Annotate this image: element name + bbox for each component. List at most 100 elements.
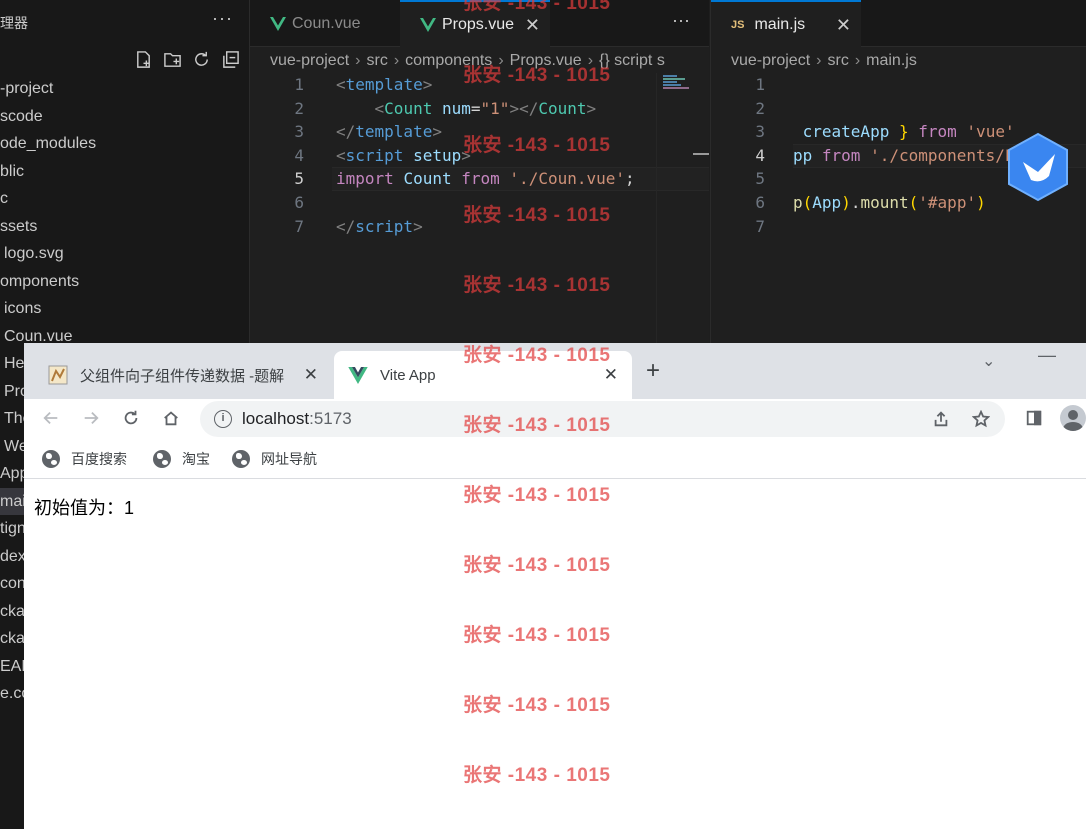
tab-search-chevron-icon[interactable]: ⌄ [982, 351, 995, 371]
collapse-all-icon[interactable] [221, 50, 240, 69]
code-line: </script> [336, 217, 423, 236]
line-number: 2 [755, 98, 765, 118]
reload-button[interactable] [118, 405, 144, 431]
code-token: './components/ [870, 145, 1005, 165]
side-panel-button[interactable] [1021, 405, 1047, 431]
arrow-right-icon [84, 411, 99, 425]
explorer-item[interactable]: c [0, 185, 250, 213]
breadcrumb-item[interactable]: vue-project [270, 52, 349, 70]
explorer-item[interactable]: -project [0, 75, 250, 103]
tab-label: main.js [754, 15, 806, 33]
bookmark-baidu[interactable]: 百度搜索 [42, 449, 127, 469]
globe-icon [153, 450, 171, 468]
close-tab-icon[interactable]: ✕ [836, 15, 851, 36]
explorer-more-icon[interactable]: ··· [212, 8, 233, 29]
new-folder-icon[interactable] [163, 50, 182, 69]
bookmark-star-button[interactable] [968, 406, 994, 432]
code-token: ( [908, 193, 919, 212]
bookmarks-bar: 百度搜索 淘宝 网址导航 [24, 441, 1086, 479]
browser-tab-tijie[interactable]: 父组件向子组件传递数据 -题解 ✕ [32, 351, 332, 399]
breadcrumb-item[interactable]: main.js [866, 52, 917, 70]
code-line: <script setup> [336, 146, 471, 165]
code-token: script [355, 216, 414, 236]
reload-icon [124, 410, 138, 425]
bookmark-nav[interactable]: 网址导航 [232, 449, 317, 469]
code-token: < [374, 98, 385, 118]
code-line: import Count from './Coun.vue'; [336, 169, 635, 188]
minimap[interactable] [656, 73, 700, 343]
explorer-item[interactable]: omponents [0, 268, 250, 296]
editor-tabs: JS main.js ✕ [711, 0, 1086, 47]
close-tab-icon[interactable]: ✕ [604, 365, 618, 385]
code-token: ) [976, 193, 986, 212]
code-token: </ [336, 216, 356, 236]
code-token: ></ [509, 98, 539, 118]
explorer-item-label: cka [0, 630, 25, 647]
floating-bird-logo-icon[interactable] [1005, 132, 1071, 202]
watermark-text: 张安 -143 - 1015 [463, 695, 611, 716]
explorer-item-label: ssets [0, 217, 38, 235]
code-token: template [355, 122, 433, 142]
back-button[interactable] [38, 405, 64, 431]
vue-favicon-icon [348, 366, 368, 384]
forward-button[interactable] [78, 405, 104, 431]
line-number: 4 [294, 145, 304, 165]
explorer-item[interactable]: blic [0, 158, 250, 186]
refresh-icon[interactable] [192, 50, 211, 69]
line-number: 5 [294, 169, 304, 189]
code-token: Count [403, 169, 452, 189]
bookmark-taobao[interactable]: 淘宝 [153, 449, 210, 469]
breadcrumb-separator-icon: › [854, 52, 861, 69]
explorer-item-label: blic [0, 162, 25, 180]
js-file-icon: JS [731, 18, 745, 31]
watermark-text: 张安 -143 - 1015 [463, 555, 611, 576]
close-tab-icon[interactable]: ✕ [525, 15, 540, 36]
breadcrumb-item[interactable]: vue-project [731, 52, 810, 70]
profile-avatar[interactable] [1060, 405, 1086, 431]
new-tab-button[interactable]: + [646, 357, 660, 385]
code-token: > [432, 122, 442, 142]
code-token: mount [860, 193, 909, 212]
explorer-item-label: logo.svg [4, 245, 64, 262]
watermark-text: 张安 -143 - 1015 [463, 65, 611, 86]
explorer-item-label: c [0, 190, 8, 207]
breadcrumb-separator-icon: › [355, 52, 361, 69]
url-port: :5173 [309, 409, 352, 428]
site-info-icon[interactable]: i [214, 410, 232, 428]
explorer-item[interactable]: icons [0, 295, 250, 323]
tab-main-js[interactable]: JS main.js ✕ [711, 0, 861, 47]
explorer-item-label: dex [0, 547, 26, 565]
star-icon [972, 410, 990, 428]
explorer-item[interactable]: logo.svg [0, 240, 250, 268]
explorer-item[interactable]: scode [0, 103, 250, 131]
code-token: > [413, 216, 423, 236]
home-button[interactable] [158, 405, 184, 431]
minimize-button[interactable]: — [1038, 345, 1056, 366]
close-tab-icon[interactable]: ✕ [304, 365, 318, 385]
breadcrumb-item[interactable]: src [827, 52, 848, 70]
watermark-text: 张安 -143 - 1015 [463, 0, 611, 14]
explorer-item-label: scode [0, 107, 43, 125]
tab-label: Props.vue [442, 15, 515, 33]
code-token: } [898, 122, 909, 142]
code-token: > [422, 75, 433, 94]
new-file-icon[interactable] [134, 50, 153, 69]
explorer-item[interactable]: ssets [0, 213, 250, 241]
tab-coun-vue[interactable]: Coun.vue [250, 0, 400, 47]
code-token: import [336, 169, 394, 189]
explorer-item-label: icons [4, 300, 42, 317]
line-number: 6 [755, 193, 765, 212]
share-button[interactable] [928, 406, 954, 432]
explorer-item[interactable]: ode_modules [0, 130, 250, 158]
code-token: Count [538, 98, 587, 118]
scrollbar-marker [693, 153, 709, 155]
breadcrumb-item[interactable]: src [366, 52, 387, 70]
home-icon [164, 411, 178, 426]
editor-more-icon[interactable]: ··· [672, 10, 690, 31]
